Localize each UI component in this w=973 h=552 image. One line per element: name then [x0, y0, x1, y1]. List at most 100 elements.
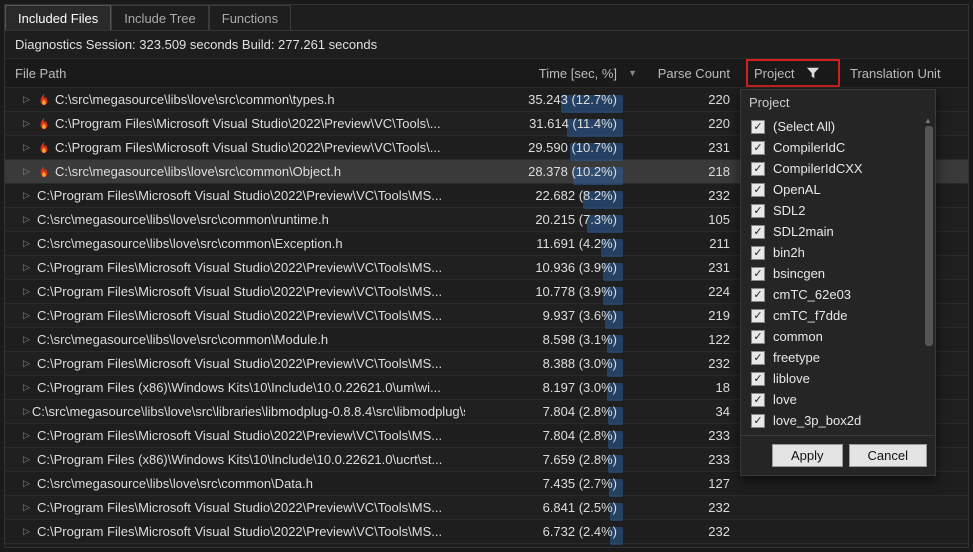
checkbox-icon[interactable]: ✓	[751, 120, 765, 134]
column-project[interactable]: Project	[740, 59, 840, 87]
file-path-text: C:\Program Files\Microsoft Visual Studio…	[55, 116, 441, 131]
checkbox-icon[interactable]: ✓	[751, 351, 765, 365]
file-path-cell: ▷C:\Program Files\Microsoft Visual Studi…	[5, 500, 465, 515]
expander-icon[interactable]: ▷	[23, 166, 35, 177]
filter-item[interactable]: ✓ CompilerIdC	[741, 137, 935, 158]
filter-item-label: bin2h	[773, 245, 805, 260]
filter-item[interactable]: ✓liblove	[741, 368, 935, 389]
checkbox-icon[interactable]: ✓	[751, 288, 765, 302]
filter-item-label: SDL2main	[773, 224, 834, 239]
cancel-button[interactable]: Cancel	[849, 444, 927, 467]
filter-item[interactable]: ✓ love	[741, 389, 935, 410]
filter-item[interactable]: ✓love_3p_box2d	[741, 410, 935, 431]
file-path-cell: ▷C:\src\megasource\libs\love\src\common\…	[5, 476, 465, 491]
time-cell: 6.732 (2.4%)	[465, 524, 645, 539]
time-cell: 29.590 (10.7%)	[465, 140, 645, 155]
parse-count-cell: 34	[645, 404, 740, 419]
filter-list: ▲ ▼ ✓(Select All)✓CompilerIdC✓CompilerId…	[741, 114, 935, 435]
expander-icon[interactable]: ▷	[23, 238, 35, 249]
filter-item[interactable]: ✓cmTC_62e03	[741, 284, 935, 305]
filter-item[interactable]: ✓ SDL2	[741, 200, 935, 221]
filter-item[interactable]: ✓freetype	[741, 347, 935, 368]
expander-icon[interactable]: ▷	[23, 406, 30, 417]
file-path-text: C:\src\megasource\libs\love\src\common\t…	[55, 92, 335, 107]
file-path-text: C:\src\megasource\libs\love\src\librarie…	[32, 404, 465, 419]
column-file-path[interactable]: File Path	[5, 66, 465, 81]
expander-icon[interactable]: ▷	[23, 214, 35, 225]
expander-icon[interactable]: ▷	[23, 94, 35, 105]
parse-count-cell: 232	[645, 524, 740, 539]
filter-item[interactable]: ✓ bin2h	[741, 242, 935, 263]
tab-included-files[interactable]: Included Files	[5, 5, 111, 30]
expander-icon[interactable]: ▷	[23, 454, 35, 465]
filter-item-label: SDL2	[773, 203, 806, 218]
apply-button[interactable]: Apply	[772, 444, 843, 467]
filter-item[interactable]: ✓bsincgen	[741, 263, 935, 284]
checkbox-icon[interactable]: ✓	[751, 162, 765, 176]
parse-count-cell: 211	[645, 236, 740, 251]
filter-item[interactable]: ✓ SDL2main	[741, 221, 935, 242]
filter-item[interactable]: ✓(Select All)	[741, 116, 935, 137]
parse-count-cell: 233	[645, 452, 740, 467]
table-row[interactable]: ▷C:\Program Files\Microsoft Visual Studi…	[5, 496, 968, 520]
expander-icon[interactable]: ▷	[23, 262, 35, 273]
checkbox-icon[interactable]: ✓	[751, 330, 765, 344]
expander-icon[interactable]: ▷	[23, 478, 35, 489]
parse-count-cell: 127	[645, 476, 740, 491]
file-path-text: C:\Program Files\Microsoft Visual Studio…	[37, 356, 442, 371]
table-row[interactable]: ▷C:\Program Files\Microsoft Visual Studi…	[5, 520, 968, 544]
expander-icon[interactable]: ▷	[23, 286, 35, 297]
expander-icon[interactable]: ▷	[23, 310, 35, 321]
column-time[interactable]: Time [sec, %] ▼	[465, 66, 645, 81]
file-path-text: C:\Program Files\Microsoft Visual Studio…	[37, 524, 442, 539]
filter-item-label: love	[773, 392, 797, 407]
filter-item[interactable]: ✓common	[741, 326, 935, 347]
filter-item[interactable]: ✓OpenAL	[741, 179, 935, 200]
scroll-thumb[interactable]	[925, 126, 933, 346]
file-path-cell: ▷ C:\Program Files\Microsoft Visual Studi…	[5, 116, 465, 131]
filter-item[interactable]: ✓cmTC_f7dde	[741, 305, 935, 326]
session-status: Diagnostics Session: 323.509 seconds Bui…	[5, 31, 968, 58]
expander-icon[interactable]: ▷	[23, 526, 35, 537]
checkbox-icon[interactable]: ✓	[751, 183, 765, 197]
expander-icon[interactable]: ▷	[23, 502, 35, 513]
checkbox-icon[interactable]: ✓	[751, 225, 765, 239]
column-translation-unit[interactable]: Translation Unit	[840, 66, 960, 81]
filter-scrollbar[interactable]: ▲ ▼	[923, 118, 933, 435]
time-cell: 8.598 (3.1%)	[465, 332, 645, 347]
time-cell: 8.197 (3.0%)	[465, 380, 645, 395]
checkbox-icon[interactable]: ✓	[751, 309, 765, 323]
parse-count-cell: 122	[645, 332, 740, 347]
checkbox-icon[interactable]: ✓	[751, 204, 765, 218]
checkbox-icon[interactable]: ✓	[751, 267, 765, 281]
filter-item-label: CompilerIdC	[773, 140, 845, 155]
parse-count-cell: 105	[645, 212, 740, 227]
time-cell: 28.378 (10.2%)	[465, 164, 645, 179]
tab-functions[interactable]: Functions	[209, 5, 291, 30]
file-path-cell: ▷C:\Program Files (x86)\Windows Kits\10\…	[5, 452, 465, 467]
expander-icon[interactable]: ▷	[23, 382, 35, 393]
checkbox-icon[interactable]: ✓	[751, 141, 765, 155]
file-path-cell: ▷C:\src\megasource\libs\love\src\common\…	[5, 164, 465, 179]
expander-icon[interactable]: ▷	[23, 118, 35, 129]
tab-include-tree[interactable]: Include Tree	[111, 5, 209, 30]
filter-buttons: Apply Cancel	[741, 435, 935, 475]
scroll-up-icon[interactable]: ▲	[923, 116, 933, 125]
checkbox-icon[interactable]: ✓	[751, 393, 765, 407]
checkbox-icon[interactable]: ✓	[751, 372, 765, 386]
checkbox-icon[interactable]: ✓	[751, 414, 765, 428]
time-cell: 7.435 (2.7%)	[465, 476, 645, 491]
expander-icon[interactable]: ▷	[23, 142, 35, 153]
filter-title: Project	[741, 90, 935, 114]
file-path-cell: ▷ C:\src\megasource\libs\love\src\common\…	[5, 92, 465, 107]
expander-icon[interactable]: ▷	[23, 358, 35, 369]
expander-icon[interactable]: ▷	[23, 190, 35, 201]
checkbox-icon[interactable]: ✓	[751, 246, 765, 260]
expander-icon[interactable]: ▷	[23, 430, 35, 441]
file-path-text: C:\Program Files\Microsoft Visual Studio…	[37, 428, 442, 443]
parse-count-cell: 220	[645, 116, 740, 131]
column-parse-count[interactable]: Parse Count	[645, 66, 740, 81]
expander-icon[interactable]: ▷	[23, 334, 35, 345]
filter-item[interactable]: ✓CompilerIdCXX	[741, 158, 935, 179]
sort-indicator-icon: ▼	[628, 68, 637, 78]
